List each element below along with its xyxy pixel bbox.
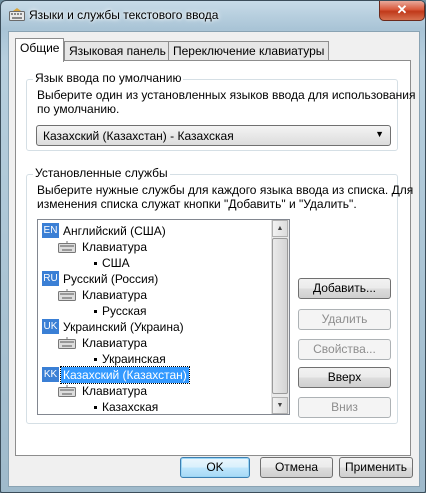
tree-language-label: Русский (Россия) [63,272,159,286]
default-language-description-line1: Выберите один из установленных языков вв… [37,88,416,102]
default-language-value: Казахский (Казахстан) - Казахская [43,129,234,143]
remove-button[interactable]: Удалить [298,309,391,330]
keyboard-icon [58,337,76,349]
chevron-down-icon: ▼ [375,129,384,139]
tab-language-bar[interactable]: Языковая панель [64,41,171,61]
window-title: Языки и службы текстового ввода [29,8,219,22]
tree-language-label: Английский (США) [63,224,166,238]
installed-services-description-line1: Выберите нужные службы для каждого языка… [37,183,414,197]
tree-category-label: Клавиатура [82,240,147,254]
dialog-window: Языки и службы текстового ввода ✕ Общие … [0,0,426,493]
close-button[interactable]: ✕ [379,1,425,21]
tree-layout-label: США [102,256,130,270]
bullet-icon [94,358,97,361]
move-down-button[interactable]: Вниз [298,397,391,418]
tree-layout-label: Казахская [102,400,159,414]
scroll-up-button[interactable]: ▲ [272,220,288,237]
language-badge-icon: RU [42,271,59,286]
keyboard-icon [58,241,76,253]
close-icon: ✕ [396,2,408,17]
language-badge-icon: EN [42,223,59,238]
apply-button[interactable]: Применить [339,457,413,478]
tab-keyboard-switching[interactable]: Переключение клавиатуры [168,41,330,61]
tree-language-label: Украинский (Украина) [63,320,184,334]
tree-scrollbar[interactable]: ▲ ▼ [271,220,289,414]
ok-button[interactable]: OK [180,457,250,478]
scroll-thumb[interactable] [272,238,288,394]
keyboard-icon [58,385,76,397]
tree-language-label: Казахский (Казахстан) [60,366,190,384]
add-button[interactable]: Добавить... [298,278,391,299]
keyboard-app-icon [9,8,25,21]
tree-layout-label: Украинская [102,352,166,366]
tree-layout-label: Русская [102,304,147,318]
tab-label: Переключение клавиатуры [173,44,325,58]
tab-general[interactable]: Общие [15,38,65,62]
cancel-button[interactable]: Отмена [260,457,333,478]
keyboard-icon [58,289,76,301]
bullet-icon [94,262,97,265]
default-language-select[interactable]: Казахский (Казахстан) - Казахская ▼ [36,125,391,146]
title-bar[interactable]: Языки и службы текстового ввода ✕ [1,1,425,31]
default-language-group-title: Язык ввода по умолчанию [33,71,184,85]
default-language-description-line2: по умолчанию. [37,102,120,116]
tree-category-label: Клавиатура [82,384,147,398]
language-badge-icon: KK [42,367,59,382]
bullet-icon [94,406,97,409]
installed-services-description-line2: изменения списка служат кнопки "Добавить… [37,197,357,211]
bullet-icon [94,310,97,313]
services-tree[interactable]: EN Английский (США) Клавиатура США RU Ру… [37,219,290,415]
move-up-button[interactable]: Вверх [298,367,391,388]
tree-category-label: Клавиатура [82,336,147,350]
properties-button[interactable]: Свойства... [298,339,391,360]
tab-label: Языковая панель [69,44,166,58]
scroll-down-button[interactable]: ▼ [272,397,288,414]
language-badge-icon: UK [42,319,59,334]
tree-category-label: Клавиатура [82,288,147,302]
installed-services-group-title: Установленные службы [33,166,170,180]
chevron-up-icon: ▲ [276,225,284,232]
chevron-down-icon: ▼ [276,402,284,409]
tab-label: Общие [20,41,60,55]
